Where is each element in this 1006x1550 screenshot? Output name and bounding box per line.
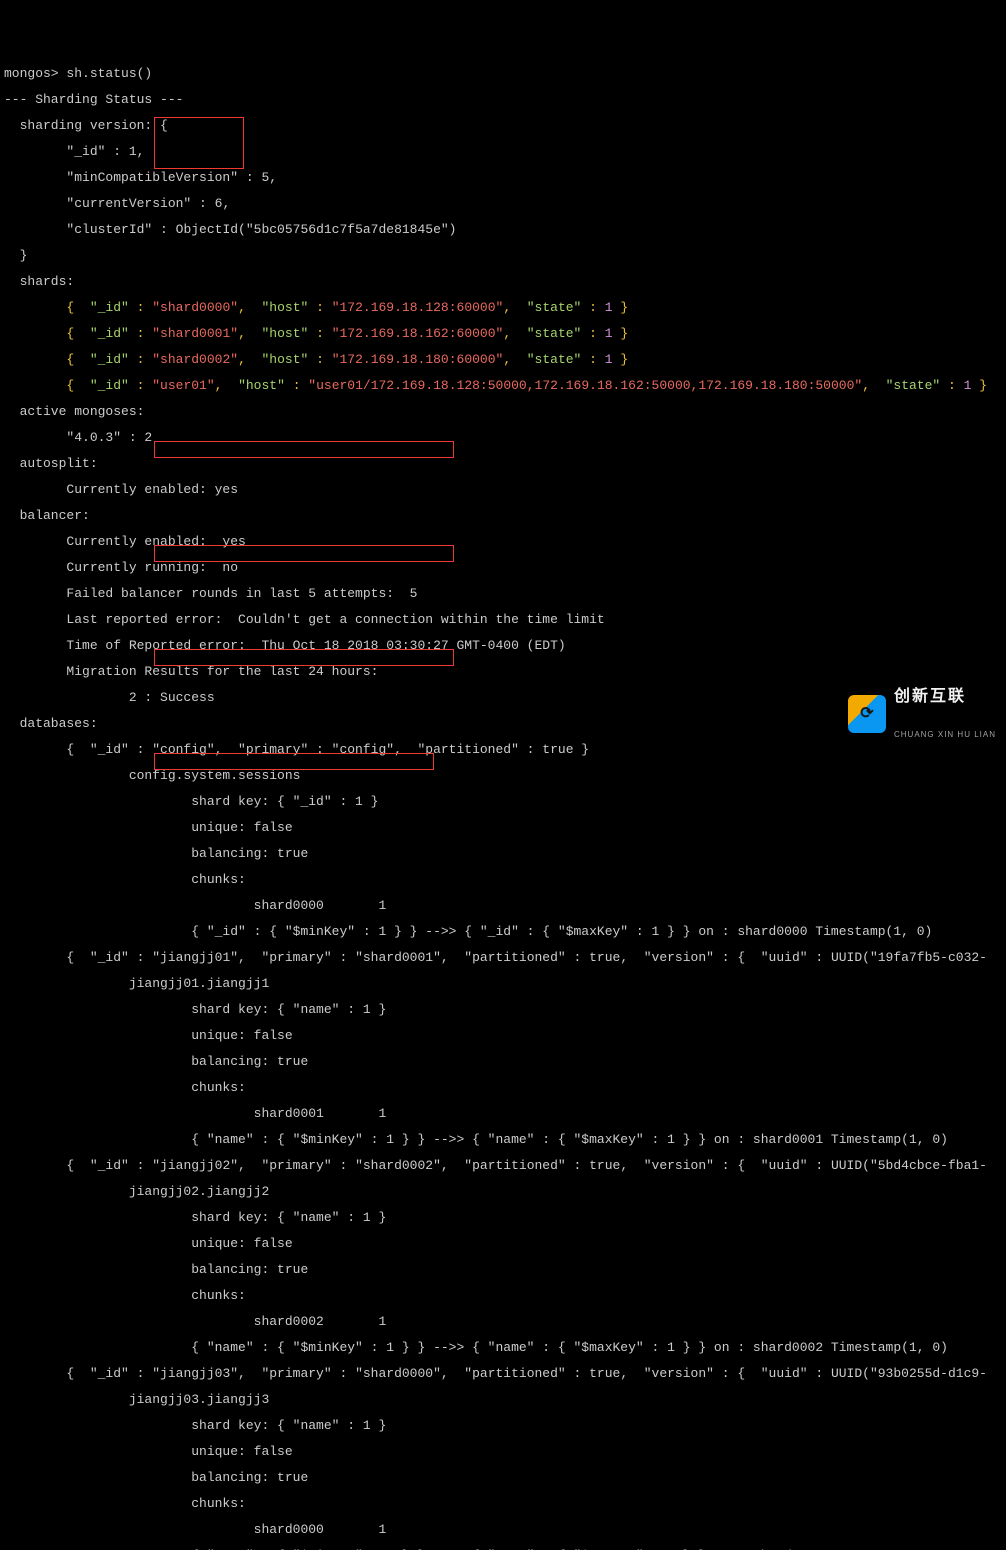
shards-label: shards: (4, 275, 1002, 288)
balancer-failed: Failed balancer rounds in last 5 attempt… (4, 587, 1002, 600)
watermark-icon: ⟳ (848, 695, 886, 733)
jj01-coll: jiangjj01.jiangjj1 (4, 977, 1002, 990)
chunk-shard0002: shard0002 1 (4, 1315, 1002, 1328)
command: sh.status() (66, 66, 152, 81)
unique-false-1: unique: false (4, 1029, 1002, 1042)
mongoses-version: "4.0.3" : 2 (4, 431, 1002, 444)
shard-row-0: { "_id" : "shard0000", "host" : "172.169… (4, 301, 1002, 314)
chunk-shard0000: shard0000 1 (4, 899, 1002, 912)
id-val: 1 (129, 144, 137, 159)
unique-false-3: unique: false (4, 1445, 1002, 1458)
autosplit-status: Currently enabled: yes (4, 483, 1002, 496)
db-jiangjj01: { "_id" : "jiangjj01", "primary" : "shar… (4, 951, 1002, 964)
terminal-output: mongos> sh.status() --- Sharding Status … (4, 54, 1002, 1550)
shard-key-id: shard key: { "_id" : 1 } (4, 795, 1002, 808)
watermark-en: CHUANG XIN HU LIAN (894, 731, 996, 739)
balancing-true-0: balancing: true (4, 847, 1002, 860)
balancing-true-1: balancing: true (4, 1055, 1002, 1068)
balancer-running: Currently running: no (4, 561, 1002, 574)
chunks-0: chunks: (4, 873, 1002, 886)
shard-row-2: { "_id" : "shard0002", "host" : "172.169… (4, 353, 1002, 366)
shard-key-name-2: shard key: { "name" : 1 } (4, 1211, 1002, 1224)
chunk-shard0000-b: shard0000 1 (4, 1523, 1002, 1536)
range-name-s2: { "name" : { "$minKey" : 1 } } -->> { "n… (4, 1341, 1002, 1354)
chunks-3: chunks: (4, 1497, 1002, 1510)
config-sessions: config.system.sessions (4, 769, 1002, 782)
shard-key-name-1: shard key: { "name" : 1 } (4, 1003, 1002, 1016)
shard-row-1: { "_id" : "shard0001", "host" : "172.169… (4, 327, 1002, 340)
chunks-1: chunks: (4, 1081, 1002, 1094)
shard-key-name-3: shard key: { "name" : 1 } (4, 1419, 1002, 1432)
close-brace: } (4, 249, 1002, 262)
chunks-2: chunks: (4, 1289, 1002, 1302)
balancing-true-2: balancing: true (4, 1263, 1002, 1276)
range-name-s1: { "name" : { "$minKey" : 1 } } -->> { "n… (4, 1133, 1002, 1146)
chunk-shard0001: shard0001 1 (4, 1107, 1002, 1120)
balancer-enabled: Currently enabled: yes (4, 535, 1002, 548)
range-name-s0: { "name" : { "$minKey" : 1 } } -->> { "n… (4, 1549, 1002, 1550)
balancing-true-3: balancing: true (4, 1471, 1002, 1484)
jj02-coll: jiangjj02.jiangjj2 (4, 1185, 1002, 1198)
jj03-coll: jiangjj03.jiangjj3 (4, 1393, 1002, 1406)
sharding-status-header: --- Sharding Status --- (4, 93, 1002, 106)
prompt[interactable]: mongos> (4, 66, 66, 81)
clusterid-val: ObjectId("5bc05756d1c7f5a7de81845e") (176, 222, 457, 237)
balancer-label: balancer: (4, 509, 1002, 522)
unique-false-0: unique: false (4, 821, 1002, 834)
db-jiangjj02: { "_id" : "jiangjj02", "primary" : "shar… (4, 1159, 1002, 1172)
db-jiangjj03: { "_id" : "jiangjj03", "primary" : "shar… (4, 1367, 1002, 1380)
watermark-cn: 创新互联 (894, 689, 996, 705)
watermark: ⟳ 创新互联 CHUANG XIN HU LIAN (848, 663, 996, 765)
mincompat-key: "minCompatibleVersion" : (4, 170, 261, 185)
balancer-lasterr: Last reported error: Couldn't get a conn… (4, 613, 1002, 626)
active-mongoses: active mongoses: (4, 405, 1002, 418)
id-key: "_id" : (4, 144, 129, 159)
shard-row-user: { "_id" : "user01", "host" : "user01/172… (4, 379, 1002, 392)
unique-false-2: unique: false (4, 1237, 1002, 1250)
balancer-time: Time of Reported error: Thu Oct 18 2018 … (4, 639, 1002, 652)
range-id: { "_id" : { "$minKey" : 1 } } -->> { "_i… (4, 925, 1002, 938)
curver-key: "currentVersion" : (4, 196, 215, 211)
autosplit-label: autosplit: (4, 457, 1002, 470)
clusterid-key: "clusterId" : (4, 222, 176, 237)
version-open: sharding version: { (4, 119, 1002, 132)
